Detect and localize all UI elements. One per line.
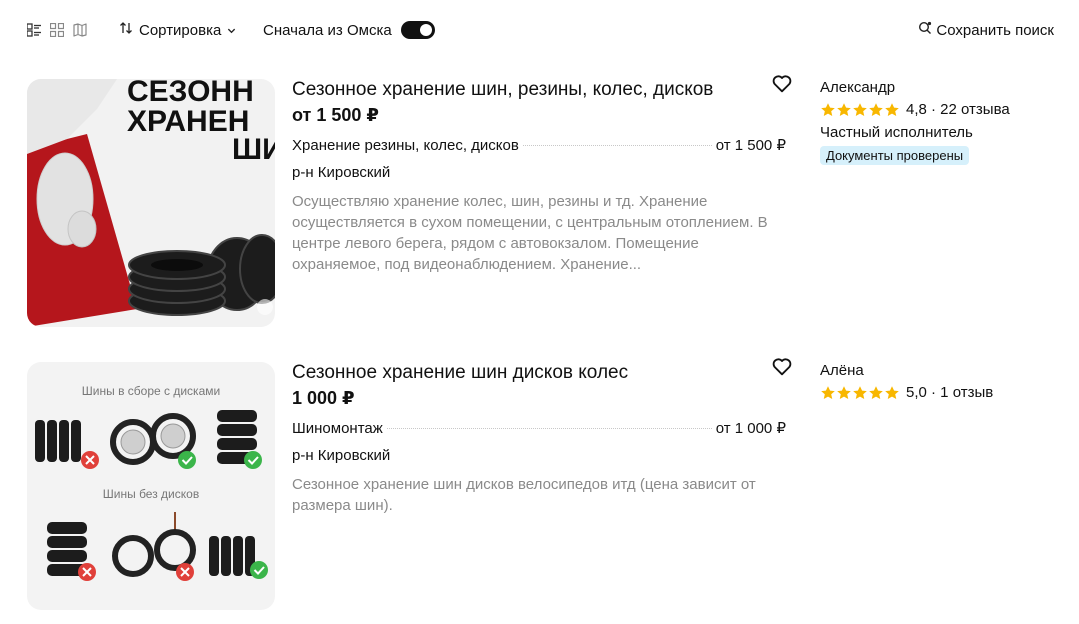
favorite-heart-icon[interactable] bbox=[771, 73, 793, 95]
favorite-heart-icon[interactable] bbox=[771, 356, 793, 378]
service-price: от 1 500 ₽ bbox=[715, 137, 786, 154]
listing-price: от 1 500 ₽ bbox=[292, 105, 379, 125]
star-icon bbox=[837, 385, 851, 399]
star-icon bbox=[821, 385, 835, 399]
omsk-first-label: Сначала из Омска bbox=[263, 21, 392, 39]
chevron-down-icon bbox=[227, 22, 236, 39]
service-name: Хранение резины, колес, дисков bbox=[292, 137, 519, 154]
star-icon bbox=[869, 385, 883, 399]
star-icon bbox=[853, 385, 867, 399]
listing-description: Осуществляю хранение колес, шин, резины … bbox=[292, 193, 768, 273]
listing-title[interactable]: Сезонное хранение шин, резины, колес, ди… bbox=[292, 79, 713, 101]
star-icon bbox=[821, 102, 835, 116]
view-switcher bbox=[26, 22, 87, 38]
search-save-icon bbox=[918, 21, 932, 39]
service-name: Шиномонтаж bbox=[292, 420, 383, 437]
listing-image[interactable]: СЕЗОНН ХРАНЕН ШИ bbox=[27, 79, 275, 327]
seller-type: Частный исполнитель bbox=[820, 124, 973, 141]
service-price-row: Хранение резины, колес, дисков от 1 500 … bbox=[292, 136, 786, 154]
dotted-leader bbox=[386, 428, 712, 429]
listing-district: р-н Кировский bbox=[292, 164, 391, 181]
rating-stars bbox=[820, 102, 900, 118]
banner-line-1: СЕЗОНН bbox=[127, 79, 254, 108]
dotted-leader bbox=[522, 145, 712, 146]
omsk-first-toggle[interactable] bbox=[400, 21, 435, 39]
seller-name[interactable]: Александр bbox=[820, 79, 895, 96]
star-icon bbox=[885, 102, 899, 116]
service-price-row: Шиномонтаж от 1 000 ₽ bbox=[292, 419, 786, 437]
banner-line-3: ШИ bbox=[232, 133, 275, 166]
star-icon bbox=[885, 385, 899, 399]
rating-stars bbox=[820, 385, 900, 401]
save-search-button[interactable]: Сохранить поиск bbox=[918, 21, 1054, 39]
sort-label: Сортировка bbox=[139, 21, 222, 39]
seller-name[interactable]: Алёна bbox=[820, 362, 864, 379]
listing-image[interactable]: Шины в сборе с дисками Шины без дисков bbox=[27, 362, 275, 610]
listing-price: 1 000 ₽ bbox=[292, 388, 355, 408]
sort-button[interactable]: Сортировка bbox=[119, 21, 236, 39]
omsk-first-option: Сначала из Омска bbox=[263, 21, 435, 39]
listing-district: р-н Кировский bbox=[292, 447, 391, 464]
listing-title[interactable]: Сезонное хранение шин дисков колес bbox=[292, 362, 628, 384]
seller-rating: 4,8 · 22 отзыва bbox=[820, 101, 1010, 118]
verified-docs-badge: Документы проверены bbox=[820, 146, 970, 165]
map-view-icon[interactable] bbox=[73, 23, 87, 37]
star-icon bbox=[853, 102, 867, 116]
star-icon bbox=[869, 102, 883, 116]
service-price: от 1 000 ₽ bbox=[715, 420, 786, 437]
sort-icon bbox=[119, 21, 133, 39]
save-search-label: Сохранить поиск bbox=[936, 21, 1054, 39]
image-caption-2: Шины без дисков bbox=[103, 487, 199, 501]
image-caption-1: Шины в сборе с дисками bbox=[82, 384, 220, 398]
toolbar: Сортировка Сначала из Омска Сохранить по… bbox=[0, 0, 1079, 62]
list-view-icon[interactable] bbox=[26, 23, 41, 37]
grid-view-icon[interactable] bbox=[49, 22, 65, 38]
star-icon bbox=[837, 102, 851, 116]
listing-description: Сезонное хранение шин дисков велосипедов… bbox=[292, 476, 756, 514]
rating-text[interactable]: 5,0 · 1 отзыв bbox=[906, 384, 993, 401]
seller-rating: 5,0 · 1 отзыв bbox=[820, 384, 993, 401]
rating-text[interactable]: 4,8 · 22 отзыва bbox=[906, 101, 1010, 118]
